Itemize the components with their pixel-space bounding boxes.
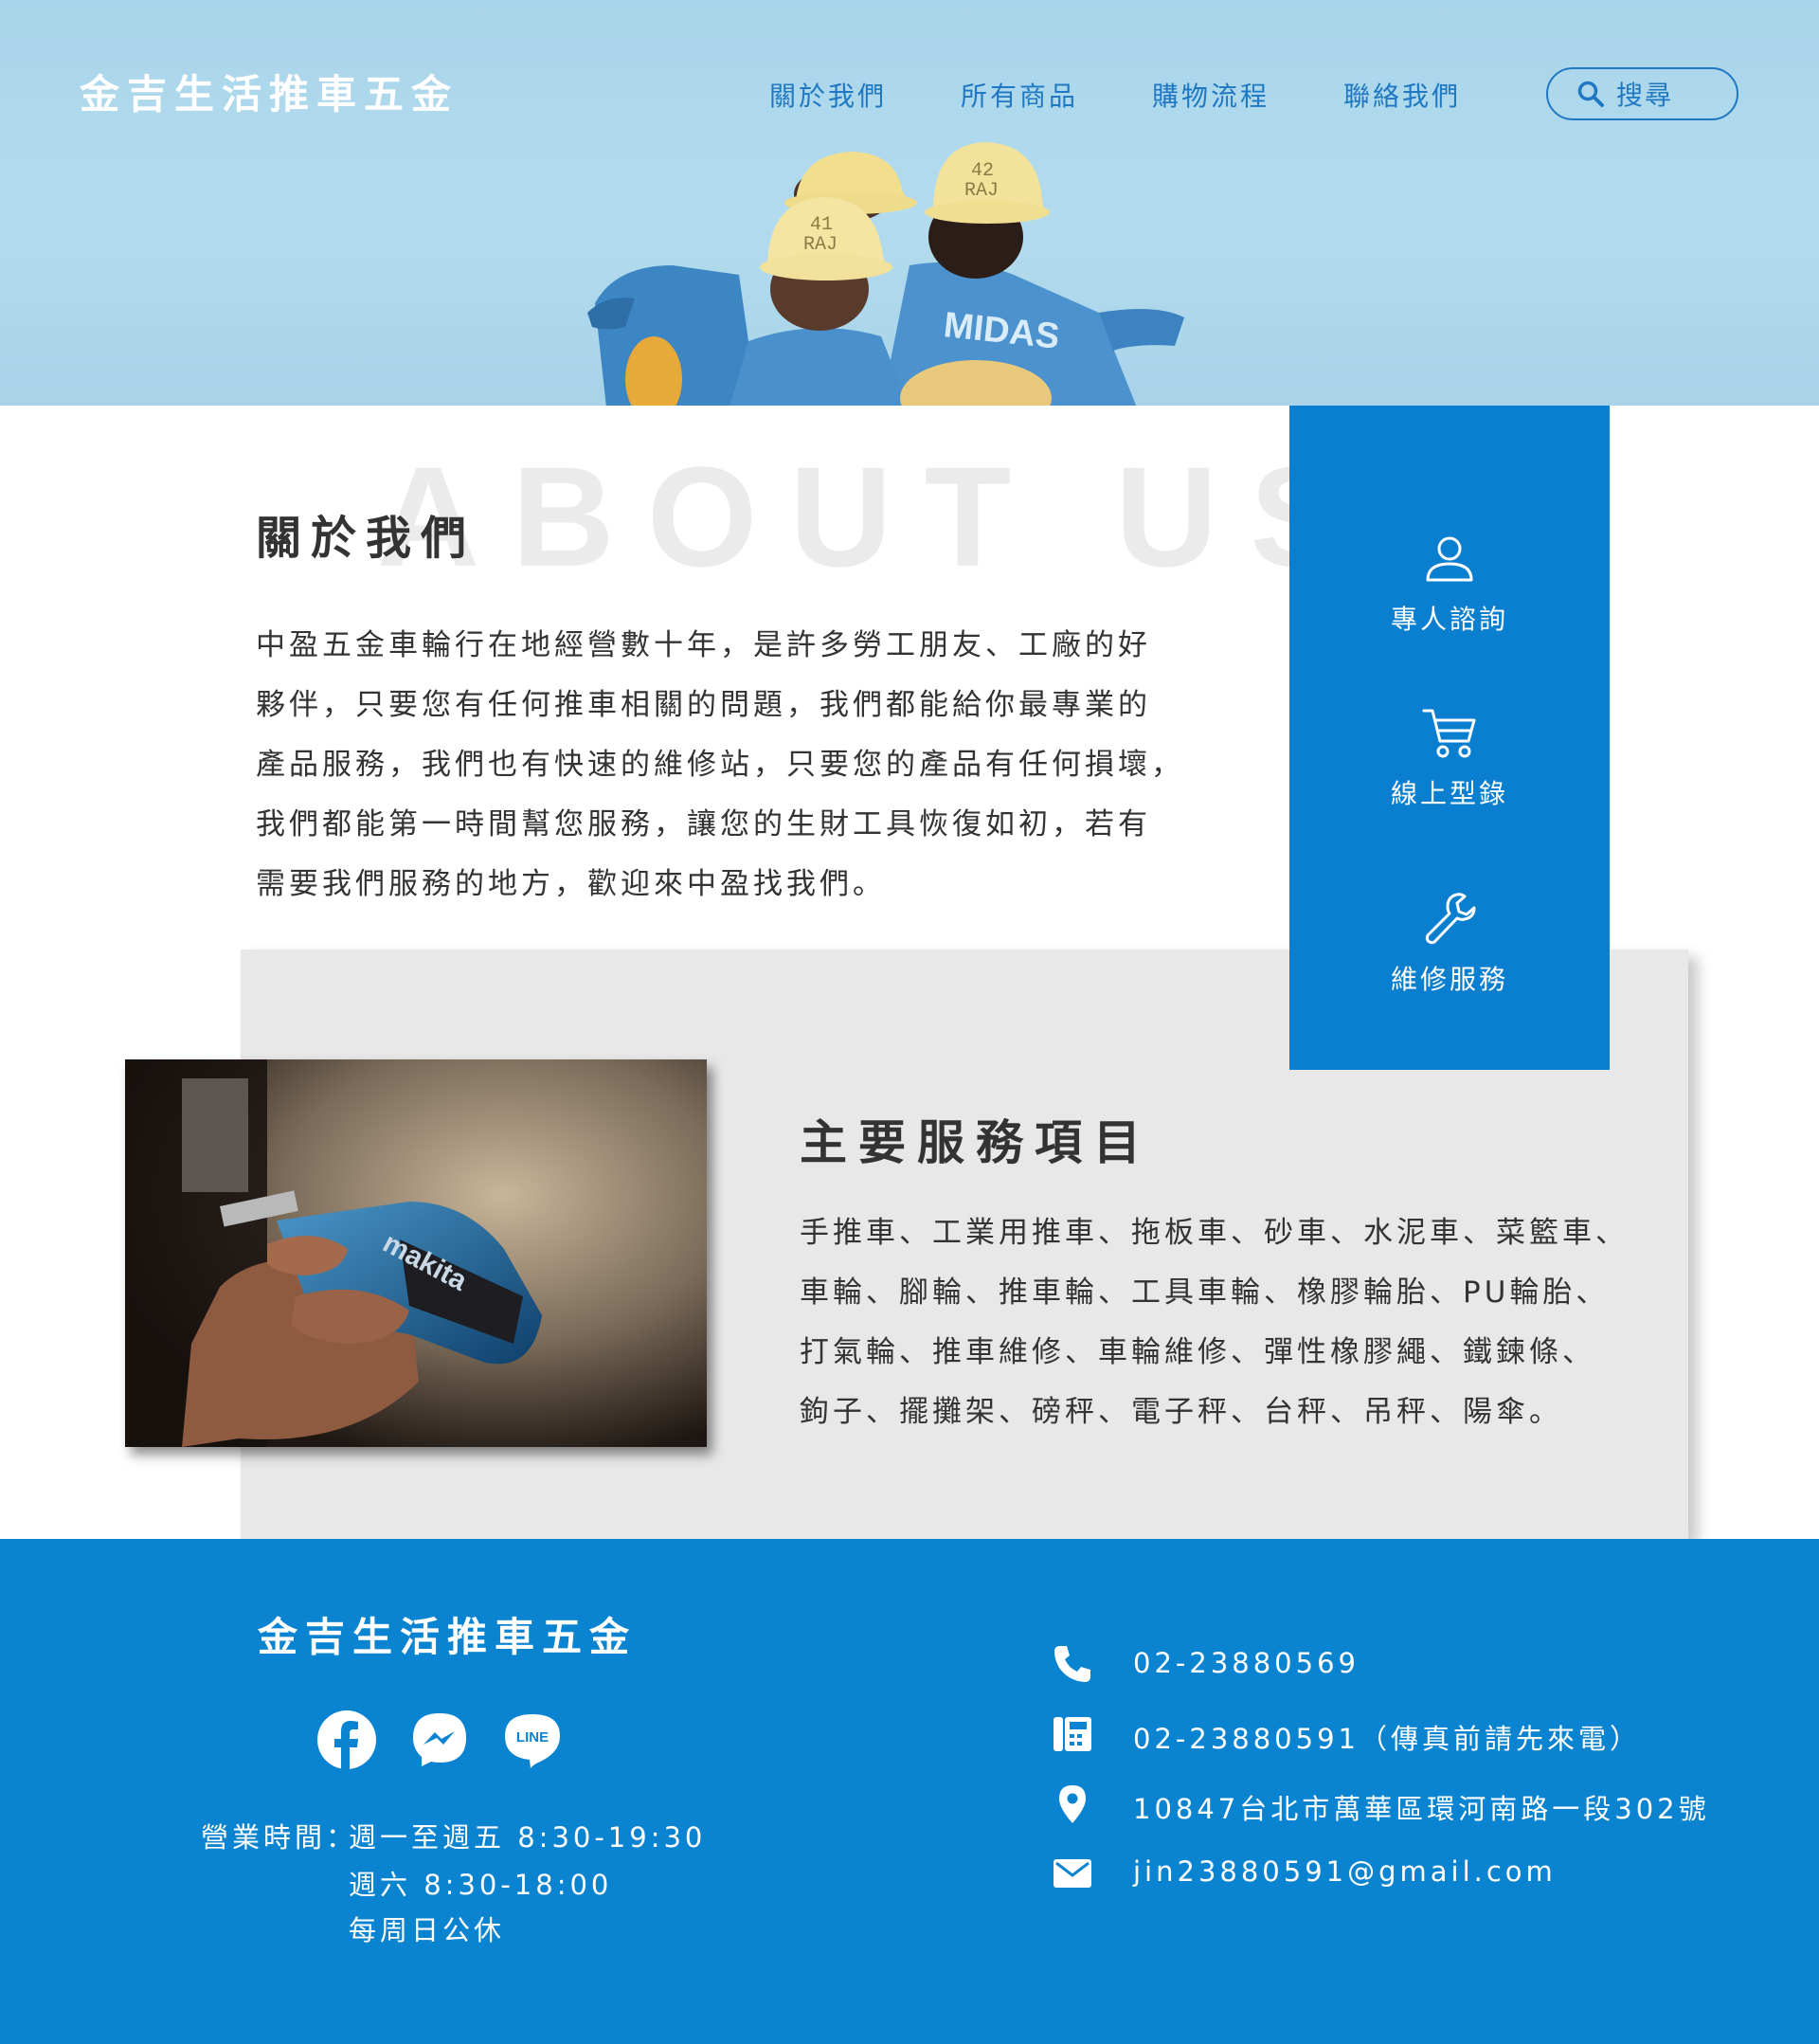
mail-icon	[1054, 1859, 1091, 1888]
cart-icon	[1422, 709, 1476, 758]
services-line: 鉤子、擺攤架、磅秤、電子秤、台秤、吊秤、陽傘。	[800, 1395, 1562, 1429]
line-badge-text: LINE	[516, 1729, 549, 1746]
site-logo[interactable]: 金吉生活推車五金	[80, 63, 459, 120]
services-line: 車輪、腳輪、推車輪、工具車輪、橡膠輪胎、PU輪胎、	[800, 1275, 1610, 1310]
contact-email-row: jin23880591@gmail.com	[1052, 1850, 1734, 1897]
contact-fax-row: 02-23880591（傳真前請先來電）	[1052, 1711, 1734, 1759]
contact-fax: 02-23880591（傳真前請先來電）	[1133, 1723, 1641, 1755]
about-watermark-text: ABOUT US	[377, 437, 1378, 596]
contact-email[interactable]: jin23880591@gmail.com	[1133, 1855, 1557, 1888]
user-icon	[1426, 536, 1473, 582]
side-item-consult[interactable]: 專人諮詢	[1289, 533, 1610, 637]
footer-brand: 金吉生活推車五金	[258, 1614, 638, 1660]
about-line: 中盈五金車輪行在地經營數十年，是許多勞工朋友、工廠的好	[256, 628, 1151, 662]
about-paragraph: 中盈五金車輪行在地經營數十年，是許多勞工朋友、工廠的好 夥伴，只要您有任何推車相…	[256, 616, 1241, 914]
svg-text:41: 41	[810, 214, 833, 236]
services-line: 打氣輪、推車維修、車輪維修、彈性橡膠繩、鐵鍊條、	[800, 1335, 1595, 1369]
main-nav: 關於我們 所有商品 購物流程 聯絡我們	[769, 76, 1535, 114]
fax-icon	[1054, 1717, 1091, 1751]
services-line: 手推車、工業用推車、拖板車、砂車、水泥車、菜籃車、	[800, 1216, 1629, 1250]
contact-address-row: 10847台北市萬華區環河南路一段302號	[1052, 1782, 1734, 1829]
hero-banner: 金吉生活推車五金 關於我們 所有商品 購物流程 聯絡我們 搜尋 MIDAS 42…	[0, 0, 1819, 406]
nav-shopping-process[interactable]: 購物流程	[1152, 76, 1270, 114]
side-item-label: 維修服務	[1390, 964, 1508, 995]
about-line: 需要我們服務的地方，歡迎來中盈找我們。	[256, 867, 886, 901]
drill-image: makita	[125, 1059, 707, 1447]
workers-hero-image: MIDAS 42 RAJ 41 RAJ	[587, 142, 1184, 406]
side-quick-menu: 專人諮詢 線上型錄 維修服務	[1289, 406, 1610, 1070]
contact-address: 10847台北市萬華區環河南路一段302號	[1133, 1793, 1710, 1825]
facebook-icon[interactable]	[316, 1709, 377, 1770]
services-title: 主要服務項目	[800, 1115, 1152, 1170]
social-links: LINE	[316, 1709, 595, 1770]
site-footer: 金吉生活推車五金 LINE 營業時間： 週一至週五 8:30-19:30 週六 …	[0, 1539, 1819, 2044]
line-icon[interactable]: LINE	[502, 1709, 563, 1770]
wrench-icon	[1425, 893, 1476, 945]
about-line: 產品服務，我們也有快速的維修站，只要您的產品有任何損壞，	[256, 748, 1184, 782]
nav-products[interactable]: 所有商品	[961, 76, 1078, 114]
messenger-icon[interactable]	[409, 1709, 470, 1770]
search-label: 搜尋	[1616, 80, 1674, 111]
side-item-label: 專人諮詢	[1390, 604, 1508, 635]
hours-sunday: 每周日公休	[349, 1914, 506, 1946]
side-item-catalog[interactable]: 線上型錄	[1289, 705, 1610, 811]
phone-icon	[1054, 1646, 1090, 1682]
search-button[interactable]: 搜尋	[1546, 67, 1738, 120]
svg-text:42: 42	[971, 160, 994, 182]
svg-text:RAJ: RAJ	[803, 234, 837, 256]
side-item-label: 線上型錄	[1390, 778, 1508, 809]
hours-weekday: 週一至週五 8:30-19:30	[349, 1821, 707, 1854]
contact-phone[interactable]: 02-23880569	[1133, 1647, 1360, 1679]
nav-contact[interactable]: 聯絡我們	[1343, 76, 1461, 114]
contact-phone-row: 02-23880569	[1052, 1641, 1734, 1689]
hours-label: 營業時間：	[201, 1821, 358, 1854]
svg-text:RAJ: RAJ	[964, 180, 999, 202]
about-line: 夥伴，只要您有任何推車相關的問題，我們都能給你最專業的	[256, 688, 1151, 722]
search-icon	[1577, 81, 1604, 107]
location-pin-icon	[1059, 1785, 1086, 1823]
services-list: 手推車、工業用推車、拖板車、砂車、水泥車、菜籃車、 車輪、腳輪、推車輪、工具車輪…	[800, 1203, 1652, 1442]
drill-photo: makita	[125, 1059, 707, 1447]
about-line: 我們都能第一時間幫您服務，讓您的生財工具恢復如初，若有	[256, 807, 1151, 841]
nav-about[interactable]: 關於我們	[769, 76, 887, 114]
hours-saturday: 週六 8:30-18:00	[349, 1869, 613, 1901]
side-item-repair[interactable]: 維修服務	[1289, 889, 1610, 997]
about-title: 關於我們	[256, 512, 477, 565]
